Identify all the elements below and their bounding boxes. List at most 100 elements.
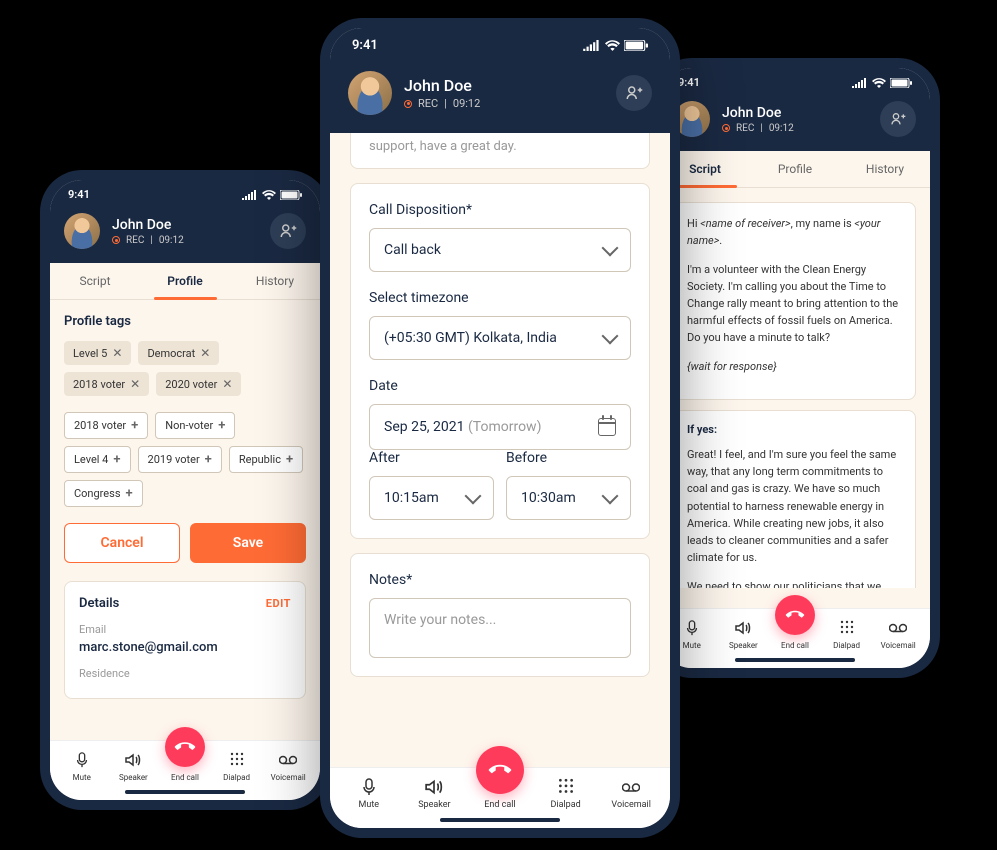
status-icons <box>852 78 912 88</box>
remove-icon: ✕ <box>200 346 210 360</box>
tag-add[interactable]: 2018 voter+ <box>64 412 148 439</box>
tag-add[interactable]: Congress+ <box>64 480 143 507</box>
nav-dialpad[interactable]: Dialpad <box>821 619 873 650</box>
status-icons <box>242 190 302 200</box>
nav-voicemail[interactable]: Voicemail <box>598 778 664 810</box>
plus-icon: + <box>218 418 225 433</box>
tab-profile[interactable]: Profile <box>750 151 840 187</box>
avatar[interactable] <box>64 213 100 249</box>
disposition-card: Call Disposition* Call back Select timez… <box>350 183 650 539</box>
email-value: marc.stone@gmail.com <box>79 640 291 655</box>
tag-add[interactable]: Republic+ <box>229 446 303 473</box>
timezone-select[interactable]: (+05:30 GMT) Kolkata, India <box>369 316 631 360</box>
tab-script[interactable]: Script <box>50 263 140 299</box>
avatar[interactable] <box>348 71 392 115</box>
rec-dot-icon <box>404 100 412 108</box>
contact-name: John Doe <box>112 217 258 233</box>
nav-end-call[interactable]: End call <box>467 778 533 810</box>
script-body: I'm a volunteer with the Clean Energy So… <box>687 261 903 346</box>
profile-tags-title: Profile tags <box>64 314 306 329</box>
active-tags: Level 5✕ Democrat✕ 2018 voter✕ 2020 vote… <box>64 341 306 396</box>
speaker-icon <box>425 778 443 796</box>
rec-dot-icon <box>722 124 730 132</box>
rec-indicator: REC|09:12 <box>722 123 868 134</box>
script-body: We need to show our politicians that we <box>687 578 903 588</box>
script-wait: {wait for response} <box>687 358 903 375</box>
mic-icon <box>73 751 91 769</box>
tab-profile[interactable]: Profile <box>140 263 230 299</box>
rec-indicator: REC|09:12 <box>112 235 258 246</box>
disposition-select[interactable]: Call back <box>369 228 631 272</box>
notes-textarea[interactable]: Write your notes... <box>369 598 631 658</box>
remove-icon: ✕ <box>112 346 122 360</box>
add-person-button[interactable] <box>616 75 652 111</box>
status-icons <box>583 40 648 51</box>
script-content: Hi <name of receiver>, my name is <your … <box>660 188 930 588</box>
nav-mute[interactable]: Mute <box>56 751 108 782</box>
plus-icon: + <box>113 452 120 467</box>
add-person-button[interactable] <box>270 213 306 249</box>
notes-card: Notes* Write your notes... <box>350 553 650 677</box>
chevron-down-icon <box>465 488 482 505</box>
tag[interactable]: Level 5✕ <box>64 341 131 365</box>
script-intro: Hi <name of receiver>, my name is <your … <box>687 215 903 249</box>
nav-dialpad[interactable]: Dialpad <box>533 778 599 810</box>
notch <box>740 68 850 90</box>
mic-icon <box>683 619 701 637</box>
after-label: After <box>369 450 494 466</box>
nav-end-call[interactable]: End call <box>769 621 821 650</box>
email-label: Email <box>79 623 291 636</box>
nav-speaker[interactable]: Speaker <box>402 778 468 810</box>
nav-voicemail[interactable]: Voicemail <box>262 751 314 782</box>
nav-speaker[interactable]: Speaker <box>718 619 770 650</box>
end-call-button <box>165 727 205 767</box>
script-body: Great! I feel, and I'm sure you feel the… <box>687 446 903 565</box>
details-card: Details EDIT Email marc.stone@gmail.com … <box>64 581 306 699</box>
contact-name: John Doe <box>722 105 868 121</box>
before-select[interactable]: 10:30am <box>506 476 631 520</box>
suggested-tags: 2018 voter+ Non-voter+ Level 4+ 2019 vot… <box>64 412 306 507</box>
nav-mute[interactable]: Mute <box>336 778 402 810</box>
home-indicator <box>735 658 855 662</box>
after-select[interactable]: 10:15am <box>369 476 494 520</box>
end-call-button <box>775 595 815 635</box>
tag[interactable]: 2020 voter✕ <box>156 372 241 396</box>
chevron-down-icon <box>602 240 619 257</box>
remove-icon: ✕ <box>222 377 232 391</box>
dialpad-icon <box>557 778 575 796</box>
speaker-icon <box>124 751 142 769</box>
script-intro-card: Hi <name of receiver>, my name is <your … <box>674 202 916 400</box>
script-if-yes: If yes: <box>687 423 903 436</box>
tag[interactable]: 2018 voter✕ <box>64 372 149 396</box>
nav-speaker[interactable]: Speaker <box>108 751 160 782</box>
rec-dot-icon <box>112 236 120 244</box>
call-header: John Doe REC|09:12 <box>50 205 320 263</box>
before-label: Before <box>506 450 631 466</box>
add-person-button[interactable] <box>880 101 916 137</box>
phone-form: 9:41 John Doe REC|09:12 support, have a … <box>320 18 680 838</box>
nav-voicemail[interactable]: Voicemail <box>872 619 924 650</box>
tab-history[interactable]: History <box>230 263 320 299</box>
tag-add[interactable]: Non-voter+ <box>155 412 235 439</box>
edit-button[interactable]: EDIT <box>266 597 291 610</box>
tag[interactable]: Democrat✕ <box>138 341 219 365</box>
phone-script: 9:41 John Doe REC|09:12 Script Profi <box>650 58 940 678</box>
tabs: Script Profile History <box>50 263 320 300</box>
tab-history[interactable]: History <box>840 151 930 187</box>
profile-content: Profile tags Level 5✕ Democrat✕ 2018 vot… <box>50 300 320 720</box>
save-button[interactable]: Save <box>190 523 306 563</box>
nav-dialpad[interactable]: Dialpad <box>211 751 263 782</box>
chevron-down-icon <box>602 328 619 345</box>
home-indicator <box>125 790 245 794</box>
call-header: John Doe REC|09:12 <box>330 59 670 133</box>
cancel-button[interactable]: Cancel <box>64 523 180 563</box>
status-time: 9:41 <box>68 188 90 201</box>
chevron-down-icon <box>602 488 619 505</box>
prev-card-fragment: support, have a great day. <box>350 133 650 169</box>
date-select[interactable]: Sep 25, 2021 (Tomorrow) <box>369 404 631 450</box>
tag-add[interactable]: Level 4+ <box>64 446 131 473</box>
dialpad-icon <box>838 619 856 637</box>
tag-add[interactable]: 2019 voter+ <box>138 446 222 473</box>
plus-icon: + <box>126 486 133 501</box>
nav-end-call[interactable]: End call <box>159 753 211 782</box>
